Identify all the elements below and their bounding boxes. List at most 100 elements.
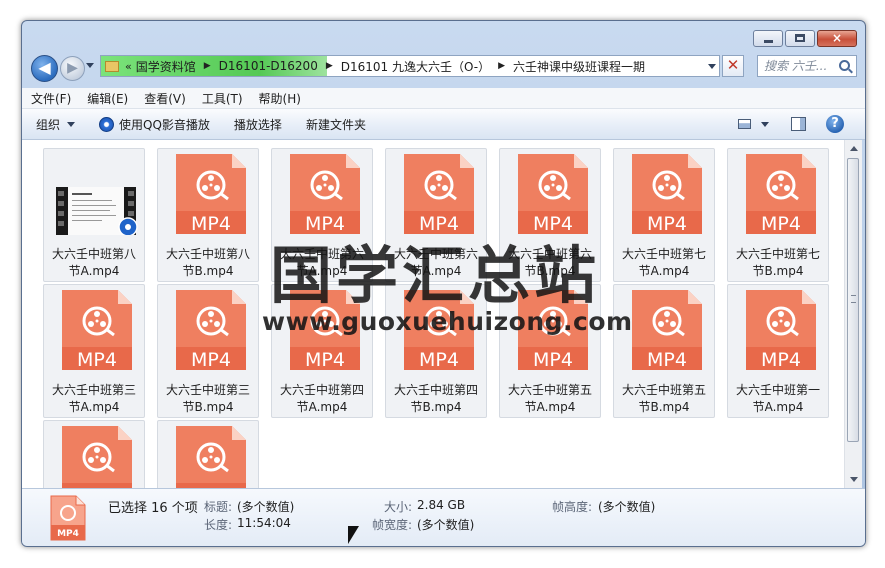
file-name-line1: 大六壬中班第四 — [393, 383, 478, 397]
mp4-badge-text: MP4 — [305, 349, 345, 371]
frame-width-key: 帧宽度: — [372, 518, 413, 532]
scroll-down-icon[interactable] — [850, 477, 858, 482]
mp4-file-icon: MP4 — [632, 154, 702, 235]
breadcrumb-item[interactable]: 国学资料馆 — [136, 58, 196, 75]
menu-help[interactable]: 帮助(H) — [250, 90, 308, 107]
file-item[interactable]: MP4 — [157, 420, 259, 488]
file-name-line2: 节B.mp4 — [182, 264, 234, 278]
mp4-file-icon: MP4 — [176, 426, 246, 488]
file-name-line1: 大六壬中班第四 — [279, 383, 364, 397]
file-name-line2: 节B.mp4 — [410, 400, 462, 414]
file-name: 大六壬中班第一 节A.mp4 — [730, 382, 826, 416]
search-icon[interactable] — [839, 60, 850, 71]
chevron-down-icon — [67, 121, 76, 127]
help-icon[interactable]: ? — [826, 115, 844, 133]
file-name-line2: 节B.mp4 — [752, 264, 804, 278]
change-view-icon[interactable] — [738, 119, 751, 129]
mp4-file-icon: MP4 — [404, 154, 474, 235]
minimize-button[interactable] — [753, 30, 783, 47]
details-pane: MP4 已选择 16 个项 标题: (多个数值) 长度: 11:54:04 大小… — [22, 488, 865, 546]
menu-tools[interactable]: 工具(T) — [193, 90, 250, 107]
caption-buttons: × — [751, 30, 857, 47]
menu-bar: 文件(F) 编辑(E) 查看(V) 工具(T) 帮助(H) — [22, 88, 865, 109]
file-item[interactable]: MP4 大六壬中班第八 节B.mp4 — [157, 148, 259, 282]
breadcrumb-separator-icon[interactable]: ▶ — [326, 61, 333, 71]
file-item[interactable]: MP4 大六壬中班第五 节B.mp4 — [613, 284, 715, 418]
address-bar[interactable]: « 国学资料馆 ▶ D16101-D16200 ▶ D16101 九逸大六壬（O… — [100, 55, 720, 77]
file-name-line2: 节B.mp4 — [182, 400, 234, 414]
file-name: 大六壬中班第八 节A.mp4 — [46, 246, 142, 280]
breadcrumb-overflow[interactable]: « — [125, 60, 132, 73]
menu-view[interactable]: 查看(V) — [135, 90, 193, 107]
file-item[interactable]: MP4 大六壬中班第七 节A.mp4 — [613, 148, 715, 282]
breadcrumb-separator-icon[interactable]: ▶ — [498, 61, 505, 71]
file-name-line1: 大六壬中班第一 — [735, 383, 820, 397]
address-dropdown-icon[interactable] — [708, 64, 716, 69]
file-name-line1: 大六壬中班第七 — [735, 247, 820, 261]
folder-icon — [105, 60, 119, 72]
file-name-line1: 大六壬中班第五 — [621, 383, 706, 397]
close-button[interactable]: × — [817, 30, 857, 47]
selection-badge-text: MP4 — [57, 529, 79, 539]
mp4-file-icon: MP4 — [746, 154, 816, 235]
mp4-badge-text: MP4 — [647, 213, 687, 235]
file-name: 大六壬中班第八 节B.mp4 — [160, 246, 256, 280]
file-item[interactable]: 大六壬中班第八 节A.mp4 — [43, 148, 145, 282]
preview-pane-icon[interactable] — [791, 117, 806, 131]
new-folder-button[interactable]: 新建文件夹 — [306, 116, 366, 133]
file-name-line1: 大六壬中班第八 — [51, 247, 136, 261]
file-item[interactable]: MP4 大六壬中班第七 节B.mp4 — [727, 148, 829, 282]
recent-pages-dropdown[interactable] — [86, 63, 94, 68]
vertical-scrollbar[interactable] — [844, 140, 862, 488]
breadcrumb-separator-icon[interactable]: ▶ — [204, 61, 211, 71]
selection-file-icon: MP4 — [50, 495, 86, 541]
file-name-line1: 大六壬中班第七 — [621, 247, 706, 261]
mp4-file-icon: MP4 — [746, 290, 816, 371]
size-value: 2.84 GB — [417, 498, 466, 512]
file-name: 大六壬中班第五 节B.mp4 — [616, 382, 712, 416]
view-options-dropdown[interactable] — [761, 122, 769, 127]
play-with-qq-button[interactable]: 使用QQ影音播放 — [99, 116, 210, 133]
file-item[interactable]: MP4 大六壬中班第三 节A.mp4 — [43, 284, 145, 418]
breadcrumb-item[interactable]: 六壬神课中级班课程一期 — [513, 58, 645, 75]
mouse-cursor-icon — [348, 526, 359, 544]
length-key: 长度: — [204, 518, 233, 532]
breadcrumb-item[interactable]: D16101 九逸大六壬（O-） — [341, 58, 490, 75]
back-button[interactable]: ◀ — [31, 55, 58, 82]
organize-label: 组织 — [36, 117, 61, 132]
frame-height-key: 帧高度: — [552, 500, 593, 514]
file-name: 大六壬中班第三 节B.mp4 — [160, 382, 256, 416]
file-item[interactable]: MP4 大六壬中班第一 节A.mp4 — [727, 284, 829, 418]
frame-height-value: (多个数值) — [598, 500, 656, 514]
minimize-icon — [764, 40, 773, 43]
organize-button[interactable]: 组织 — [36, 116, 76, 133]
mp4-file-icon: MP4 — [176, 154, 246, 235]
search-placeholder: 搜索 六壬... — [764, 59, 828, 73]
maximize-button[interactable] — [785, 30, 815, 47]
maximize-icon — [795, 34, 805, 42]
menu-edit[interactable]: 编辑(E) — [78, 90, 135, 107]
menu-file[interactable]: 文件(F) — [22, 90, 78, 107]
size-key: 大小: — [384, 500, 413, 514]
title-key: 标题: — [204, 500, 233, 514]
file-item[interactable]: MP4 大六壬中班第三 节B.mp4 — [157, 284, 259, 418]
file-name: 大六壬中班第四 节B.mp4 — [388, 382, 484, 416]
mp4-badge-text: MP4 — [191, 213, 231, 235]
file-item[interactable]: MP4 — [43, 420, 145, 488]
search-input[interactable]: 搜索 六壬... — [757, 55, 857, 77]
forward-button[interactable]: ▶ — [60, 56, 85, 81]
stop-loading-button[interactable]: ✕ — [722, 55, 744, 77]
mp4-badge-text: MP4 — [419, 349, 459, 371]
file-name: 大六壬中班第三 节A.mp4 — [46, 382, 142, 416]
play-selection-button[interactable]: 播放选择 — [234, 116, 282, 133]
breadcrumb-item[interactable]: D16101-D16200 — [219, 59, 318, 73]
scrollbar-thumb[interactable] — [847, 158, 859, 442]
watermark-url: www.guoxuehuizong.com — [262, 307, 633, 336]
scroll-up-icon[interactable] — [850, 146, 858, 151]
file-name-line2: 节B.mp4 — [638, 400, 690, 414]
file-name-line2: 节A.mp4 — [296, 400, 348, 414]
file-name-line1: 大六壬中班第三 — [165, 383, 250, 397]
file-name: 大六壬中班第七 节B.mp4 — [730, 246, 826, 280]
play-with-qq-label: 使用QQ影音播放 — [119, 117, 210, 132]
file-name-line2: 节A.mp4 — [68, 400, 120, 414]
